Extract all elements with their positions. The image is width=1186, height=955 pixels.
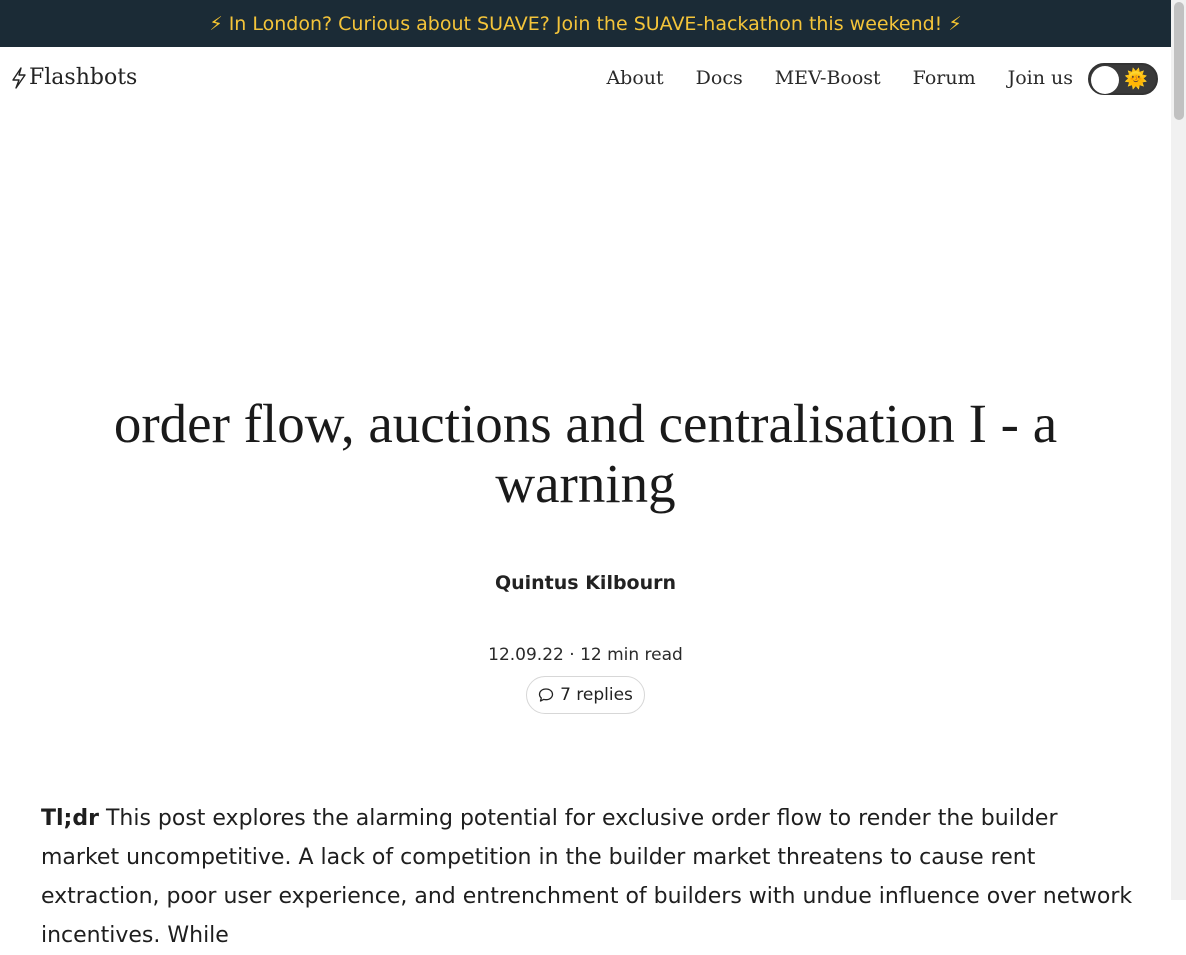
tldr-label: Tl;dr [41,806,99,831]
toggle-knob [1091,66,1119,94]
tldr-paragraph: Tl;dr This post explores the alarming po… [41,799,1141,955]
meta-separator: · [569,645,575,665]
publish-date: 12.09.22 [488,645,564,665]
lightning-bolt-icon: ⚡ [948,12,962,35]
scrollbar-thumb[interactable] [1174,2,1184,120]
replies-count: 7 replies [560,685,633,705]
nav-links: About Docs MEV-Boost Forum Join us [606,67,1073,89]
announcement-banner[interactable]: ⚡ In London? Curious about SUAVE? Join t… [0,0,1171,47]
replies-button[interactable]: 7 replies [526,676,645,714]
logo-text: Flashbots [29,65,138,90]
tldr-text: This post explores the alarming potentia… [41,806,1133,948]
nav-link-forum[interactable]: Forum [913,67,976,89]
nav-link-join-us[interactable]: Join us [1008,67,1073,89]
flashbots-logo[interactable]: Flashbots [10,65,137,90]
sun-icon: 🌞 [1124,68,1148,90]
nav-link-about[interactable]: About [606,67,663,89]
lightning-bolt-icon: ⚡ [209,12,223,35]
article-meta: 12.09.22 · 12 min read [0,645,1171,665]
nav-link-docs[interactable]: Docs [696,67,743,89]
banner-text: In London? Curious about SUAVE? Join the… [228,12,943,35]
comment-icon [538,688,554,702]
article-author[interactable]: Quintus Kilbourn [0,572,1171,594]
page-scrollbar[interactable] [1171,0,1186,900]
article-title: order flow, auctions and centralisation … [113,393,1058,514]
top-navigation: Flashbots About Docs MEV-Boost Forum Joi… [0,47,1171,113]
bolt-logo-icon [12,66,26,89]
theme-toggle[interactable]: 🌞 [1088,63,1158,95]
nav-link-mev-boost[interactable]: MEV-Boost [775,67,881,89]
read-time: 12 min read [580,645,683,665]
